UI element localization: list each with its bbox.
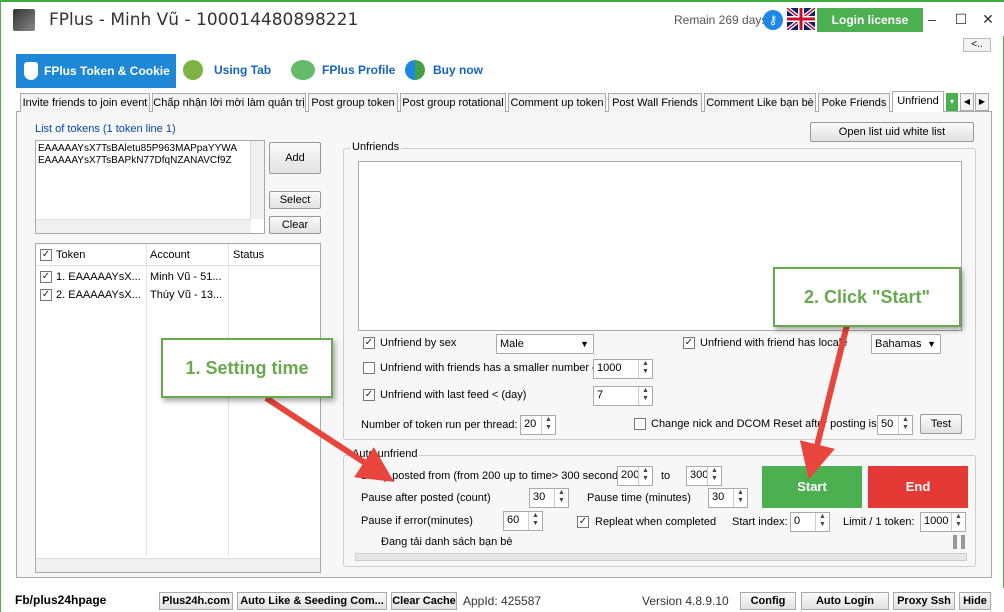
- app-window: FPlus - Minh Vũ - 100014480898221 Remain…: [0, 0, 1004, 612]
- arrow-to-settings: [264, 395, 395, 482]
- arrow-to-start: [799, 324, 850, 480]
- callout-setting-time: 1. Setting time: [161, 338, 333, 398]
- callout-click-start: 2. Click "Start": [773, 267, 961, 327]
